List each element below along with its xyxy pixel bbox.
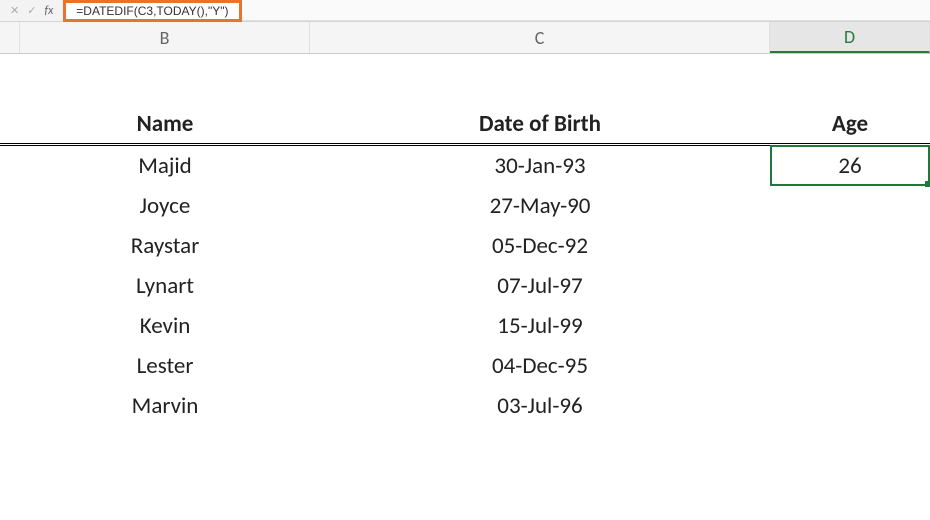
header-name[interactable]: Name	[20, 104, 310, 143]
table-row: Marvin 03-Jul-96	[0, 386, 930, 426]
gutter-cell	[0, 226, 20, 266]
header-age[interactable]: Age	[770, 104, 930, 143]
header-dob[interactable]: Date of Birth	[310, 104, 770, 143]
cell-age[interactable]	[770, 346, 930, 386]
gutter-cell	[0, 266, 20, 306]
cell-dob[interactable]: 30-Jan-93	[310, 146, 770, 186]
column-header-C[interactable]: C	[310, 22, 770, 53]
gutter-cell	[0, 186, 20, 226]
formula-bar-icons: ✕ ✓ fx	[0, 0, 63, 21]
cell-dob[interactable]: 03-Jul-96	[310, 386, 770, 426]
cell-name[interactable]: Kevin	[20, 306, 310, 346]
table-row: Kevin 15-Jul-99	[0, 306, 930, 346]
table-row: Lester 04-Dec-95	[0, 346, 930, 386]
cell-dob[interactable]: 15-Jul-99	[310, 306, 770, 346]
cell-name[interactable]: Marvin	[20, 386, 310, 426]
enter-icon[interactable]: ✓	[27, 4, 36, 17]
cell-name[interactable]: Lynart	[20, 266, 310, 306]
cell-dob[interactable]: 04-Dec-95	[310, 346, 770, 386]
cell-age[interactable]	[770, 266, 930, 306]
cell-age[interactable]	[770, 306, 930, 346]
column-headers: B C D	[0, 22, 930, 54]
cell-dob[interactable]: 27-May-90	[310, 186, 770, 226]
gutter-cell	[0, 104, 20, 143]
column-header-D[interactable]: D	[770, 22, 930, 53]
formula-bar-rest[interactable]	[242, 0, 930, 21]
cell-age-selected[interactable]: 26	[770, 145, 930, 186]
table-header-row: Name Date of Birth Age	[0, 104, 930, 146]
table-row: Raystar 05-Dec-92	[0, 226, 930, 266]
top-left-corner[interactable]	[0, 22, 20, 53]
cell-age[interactable]	[770, 386, 930, 426]
cell-name[interactable]: Lester	[20, 346, 310, 386]
gutter-cell	[0, 346, 20, 386]
formula-input[interactable]: =DATEDIF(C3,TODAY(),"Y")	[63, 0, 241, 22]
cell-name[interactable]: Raystar	[20, 226, 310, 266]
grid-body: Name Date of Birth Age Majid 30-Jan-93 2…	[0, 54, 930, 426]
cell-dob[interactable]: 07-Jul-97	[310, 266, 770, 306]
cell-name[interactable]: Joyce	[20, 186, 310, 226]
gutter-cell	[0, 386, 20, 426]
cell-name[interactable]: Majid	[20, 146, 310, 186]
table-row: Majid 30-Jan-93 26	[0, 146, 930, 186]
cancel-icon[interactable]: ✕	[10, 4, 19, 17]
table-row: Lynart 07-Jul-97	[0, 266, 930, 306]
column-header-B[interactable]: B	[20, 22, 310, 53]
table-row: Joyce 27-May-90	[0, 186, 930, 226]
gutter-cell	[0, 306, 20, 346]
cell-age[interactable]	[770, 186, 930, 226]
cell-dob[interactable]: 05-Dec-92	[310, 226, 770, 266]
gutter-cell	[0, 146, 20, 186]
cell-age[interactable]	[770, 226, 930, 266]
fx-icon[interactable]: fx	[44, 4, 53, 18]
formula-bar: ✕ ✓ fx =DATEDIF(C3,TODAY(),"Y")	[0, 0, 930, 22]
